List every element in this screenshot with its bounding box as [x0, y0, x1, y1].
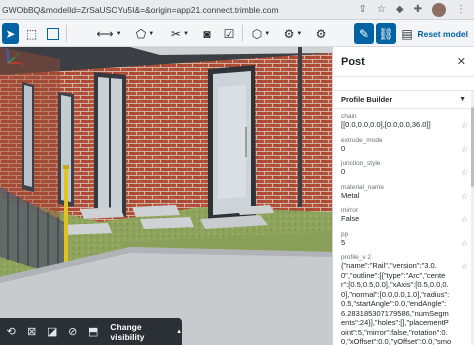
walk-icon: ⚙ — [283, 26, 295, 41]
property-value: {"name":"Rail","version":"3.0.0","outlin… — [341, 261, 452, 345]
clip-button[interactable]: ✂ ▼ — [166, 23, 194, 44]
axis-y-label: Y — [16, 53, 20, 59]
check-icon: ☑ — [223, 26, 235, 41]
star-icon[interactable]: ☆ — [377, 4, 386, 15]
camera-icon: ◙ — [203, 26, 211, 41]
star-icon[interactable]: ☆ — [461, 262, 468, 271]
property-label: profile_v 2 — [341, 254, 371, 261]
axis-indicator: Z X Y — [5, 48, 25, 68]
main-toolbar: ➤ ⬚ ⟷ ▼ ⬠ ▼ ✂ ▼ ◙ ☑ ⬡ ▼ ⚙ ▼ ⚙ ✎ ⛓ ▤ Reset mod… — [0, 20, 474, 47]
property-extrude-mode: extrude_mode 0 ☆ — [333, 133, 474, 157]
property-junction-style: junction_style 0 ☆ — [333, 156, 474, 180]
box-select-icon: ⬚ — [25, 26, 38, 41]
change-visibility-label: Change visibility — [110, 321, 145, 342]
menu-icon[interactable]: ⋮ — [456, 4, 466, 15]
change-visibility-button[interactable]: Change visibility ▲ — [110, 322, 182, 342]
property-value: 0 — [341, 167, 346, 176]
select-icon: ➤ — [5, 26, 16, 41]
star-icon[interactable]: ☆ — [461, 192, 468, 201]
property-value: 5 — [341, 237, 346, 247]
property-chain: chain [[0.0,0.0,0.0],[0.0,0.0,36.0]] ☆ — [333, 109, 474, 133]
chevron-down-icon: ▼ — [115, 30, 122, 37]
measure-button[interactable]: ⟷ ▼ — [94, 23, 124, 44]
browser-address-bar: GWObBQ&modelId=ZrSaUSCYu5I&=&origin=app2… — [0, 0, 474, 20]
model-viewport[interactable]: Z X Y ⟲ ⊠ ◪ ⊘ ⬒ Change visibility ▲ — [0, 47, 332, 345]
properties-panel: Post ✕ Profile Builder ▼ chain [[0.0,0.0… — [332, 47, 474, 345]
panel-toggle-button[interactable]: ▤ — [398, 23, 416, 44]
property-label: chain — [341, 113, 357, 120]
section-title: Profile Builder — [341, 95, 393, 104]
hide-selected-icon[interactable]: ⊠ — [22, 322, 40, 342]
axis-z-label: Z — [5, 48, 8, 54]
property-profile-v2: profile_v 2 {"name":"Rail","version":"3.… — [333, 250, 474, 345]
fit-view-button[interactable] — [44, 23, 62, 44]
panel-subheader — [333, 77, 474, 91]
star-icon[interactable]: ☆ — [461, 168, 468, 177]
panel-title: Post — [341, 55, 365, 68]
visibility-toolbar: ⟲ ⊠ ◪ ⊘ ⬒ Change visibility ▲ — [0, 318, 182, 345]
toolbar-separator — [242, 25, 243, 42]
property-label: mirror — [341, 207, 358, 214]
extension-icon[interactable]: ◆ — [396, 4, 404, 15]
chevron-down-icon: ▼ — [183, 30, 189, 37]
post-icon: ✎ — [358, 26, 370, 41]
star-icon[interactable]: ☆ — [461, 121, 468, 130]
property-mirror: mirror False ☆ — [333, 203, 474, 227]
model-scene — [0, 47, 332, 345]
close-icon[interactable]: ✕ — [457, 55, 466, 68]
panel-icon: ▤ — [401, 26, 413, 41]
chevron-up-icon: ▲ — [176, 328, 183, 335]
panel-header: Post ✕ — [333, 47, 474, 77]
camera-button[interactable]: ◙ — [198, 23, 216, 44]
profile-builder-section-header[interactable]: Profile Builder ▼ — [333, 91, 474, 109]
property-label: extrude_mode — [341, 136, 383, 144]
clip-icon: ✂ — [170, 26, 182, 41]
cube-view-button[interactable]: ⬡ ▼ — [248, 23, 274, 44]
star-icon[interactable]: ☆ — [461, 239, 468, 248]
isolate-icon[interactable]: ⟲ — [2, 322, 20, 342]
show-all-icon[interactable]: ⬒ — [84, 322, 102, 342]
box-select-button[interactable]: ⬚ — [23, 23, 40, 44]
profile-avatar[interactable] — [432, 2, 446, 17]
axis-x-label: X — [21, 62, 25, 68]
property-pp: pp 5 ☆ — [333, 227, 474, 251]
share-icon[interactable]: ⇪ — [359, 4, 367, 15]
reset-model-button[interactable]: Reset model — [417, 23, 468, 44]
fit-icon — [47, 27, 59, 40]
star-icon[interactable]: ☆ — [461, 145, 468, 154]
walk-mode-button[interactable]: ⚙ ▼ — [280, 23, 306, 44]
star-icon[interactable]: ☆ — [461, 215, 468, 224]
puzzle-icon[interactable]: ✚ — [414, 4, 422, 15]
toolbar-separator — [66, 25, 67, 42]
post-tool-button[interactable]: ✎ — [354, 23, 374, 44]
property-value: False — [341, 214, 360, 223]
link-button[interactable]: ⛓ — [376, 23, 396, 44]
settings-icon: ⚙ — [315, 26, 327, 41]
link-icon: ⛓ — [378, 26, 394, 41]
property-value: [[0.0,0.0,0.0],[0.0,0.0,36.0]] — [341, 120, 431, 129]
chevron-down-icon: ▼ — [296, 30, 303, 37]
chevron-down-icon: ▼ — [264, 30, 271, 37]
section-icon: ⬠ — [135, 26, 147, 41]
property-value: Metal — [341, 190, 360, 200]
property-material-name: material_name Metal ☆ — [333, 180, 474, 204]
url-field[interactable]: GWObBQ&modelId=ZrSaUSCYu5I&=&origin=app2… — [0, 2, 351, 18]
settings-button[interactable]: ⚙ — [312, 23, 330, 44]
cube-icon: ⬡ — [251, 26, 263, 41]
property-label: junction_style — [341, 160, 381, 167]
browser-actions: ⇪ ☆ ◆ ✚ ⋮ — [351, 2, 474, 17]
check-button[interactable]: ☑ — [220, 23, 238, 44]
property-label: material_name — [341, 183, 384, 191]
transparency-icon[interactable]: ◪ — [43, 322, 61, 342]
chevron-down-icon: ▼ — [148, 30, 155, 37]
property-value: 0 — [341, 143, 346, 153]
property-label: pp — [341, 230, 349, 238]
select-tool-button[interactable]: ➤ — [2, 23, 19, 44]
eye-off-icon[interactable]: ⊘ — [63, 322, 81, 342]
chevron-down-icon: ▼ — [459, 96, 466, 103]
section-button[interactable]: ⬠ ▼ — [130, 23, 160, 44]
measure-icon: ⟷ — [96, 26, 114, 41]
url-text: GWObBQ&modelId=ZrSaUSCYu5I&=&origin=app2… — [2, 4, 279, 15]
